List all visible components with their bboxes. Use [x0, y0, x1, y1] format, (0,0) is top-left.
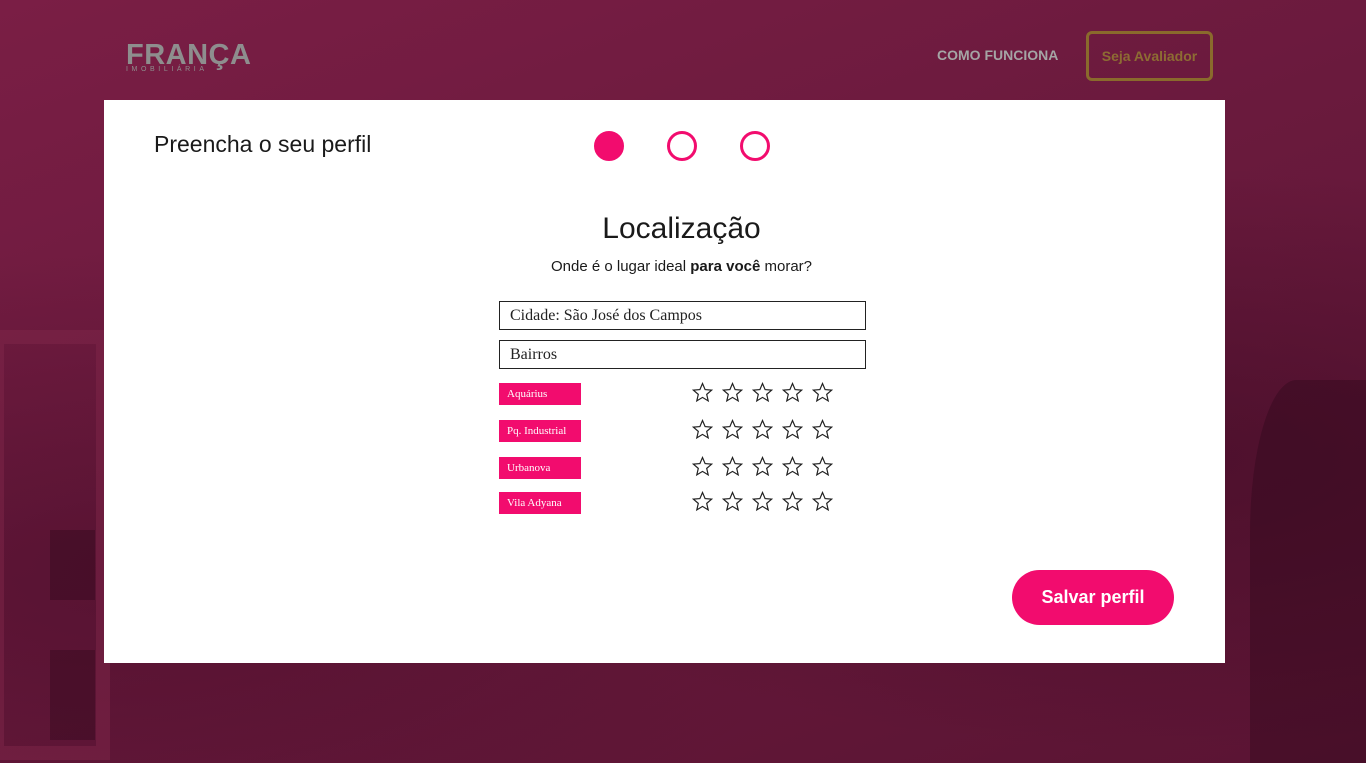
section-subtitle: Onde é o lugar ideal para você morar? — [104, 258, 1259, 275]
section-title: Localização — [602, 212, 761, 245]
neighborhood-tag: Pq. Industrial — [499, 420, 581, 442]
neighborhood-tag: Vila Adyana — [499, 492, 581, 514]
neighborhood-tag: Urbanova — [499, 457, 581, 479]
star-outline-icon[interactable] — [812, 491, 833, 512]
star-outline-icon[interactable] — [692, 456, 713, 477]
city-field[interactable]: Cidade: São José dos Campos — [499, 301, 866, 330]
star-outline-icon[interactable] — [692, 382, 713, 403]
star-outline-icon[interactable] — [752, 419, 773, 440]
star-outline-icon[interactable] — [752, 491, 773, 512]
subtitle-prefix: Onde é o lugar ideal — [551, 258, 691, 275]
subtitle-suffix: morar? — [760, 258, 812, 275]
save-profile-button[interactable]: Salvar perfil — [1012, 570, 1174, 625]
nav-como-funciona-link[interactable]: COMO FUNCIONA — [937, 47, 1058, 63]
background-window — [50, 650, 95, 740]
star-outline-icon[interactable] — [782, 419, 803, 440]
star-outline-icon[interactable] — [722, 419, 743, 440]
star-rating — [692, 491, 833, 512]
star-outline-icon[interactable] — [782, 382, 803, 403]
star-rating — [692, 382, 833, 403]
seja-avaliador-button[interactable]: Seja Avaliador — [1086, 31, 1213, 81]
star-outline-icon[interactable] — [782, 491, 803, 512]
subtitle-bold: para você — [690, 258, 761, 275]
neighborhoods-field[interactable]: Bairros — [499, 340, 866, 369]
star-rating — [692, 456, 833, 477]
background-shadow — [1250, 380, 1366, 763]
star-rating — [692, 419, 833, 440]
star-outline-icon[interactable] — [722, 456, 743, 477]
page-title: Preencha o seu perfil — [154, 131, 372, 157]
star-outline-icon[interactable] — [722, 382, 743, 403]
step-3-indicator[interactable] — [740, 131, 770, 161]
star-outline-icon[interactable] — [692, 419, 713, 440]
profile-card: Preencha o seu perfil Localização Onde é… — [104, 100, 1225, 663]
background-window — [50, 530, 95, 600]
star-outline-icon[interactable] — [812, 456, 833, 477]
step-2-indicator[interactable] — [667, 131, 697, 161]
star-outline-icon[interactable] — [812, 382, 833, 403]
step-1-indicator[interactable] — [594, 131, 624, 161]
star-outline-icon[interactable] — [752, 382, 773, 403]
logo[interactable]: FRANÇA IMOBILIÁRIA — [126, 40, 251, 73]
star-outline-icon[interactable] — [722, 491, 743, 512]
star-outline-icon[interactable] — [752, 456, 773, 477]
star-outline-icon[interactable] — [812, 419, 833, 440]
star-outline-icon[interactable] — [782, 456, 803, 477]
star-outline-icon[interactable] — [692, 491, 713, 512]
neighborhood-tag: Aquárius — [499, 383, 581, 405]
